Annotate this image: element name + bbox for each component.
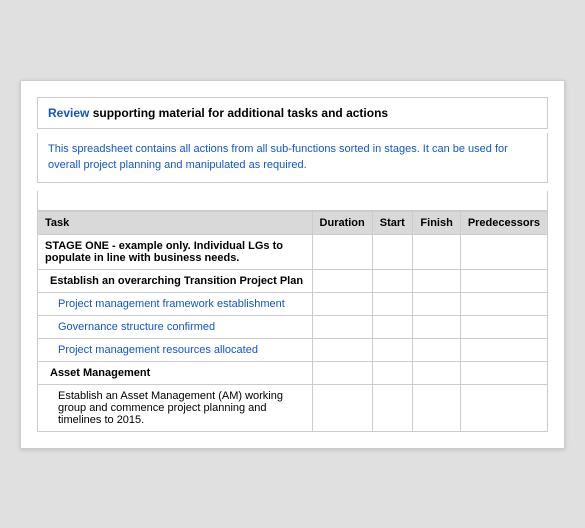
- page-container: Review supporting material for additiona…: [20, 80, 565, 449]
- stage-start: [372, 234, 413, 269]
- stage-finish: [413, 234, 460, 269]
- section-2-header-label: Asset Management: [38, 361, 313, 384]
- sub-item-3-label: Project management resources allocated: [38, 338, 313, 361]
- col-header-start: Start: [372, 211, 413, 234]
- main-table: Task Duration Start Finish Predecessors …: [37, 211, 548, 432]
- section-1-header-row: Establish an overarching Transition Proj…: [38, 269, 548, 292]
- stage-duration: [312, 234, 372, 269]
- info-text: This spreadsheet contains all actions fr…: [48, 141, 537, 174]
- table-row: Project management framework establishme…: [38, 292, 548, 315]
- sub-item-2-label: Governance structure confirmed: [38, 315, 313, 338]
- col-header-predecessors: Predecessors: [460, 211, 547, 234]
- col-header-finish: Finish: [413, 211, 460, 234]
- section-1-header-label: Establish an overarching Transition Proj…: [38, 269, 313, 292]
- info-section: This spreadsheet contains all actions fr…: [37, 133, 548, 183]
- header-title-suffix: supporting material for additional tasks…: [89, 106, 388, 120]
- sub-item-1-label: Project management framework establishme…: [38, 292, 313, 315]
- table-row: Project management resources allocated: [38, 338, 548, 361]
- column-header-row: Task Duration Start Finish Predecessors: [38, 211, 548, 234]
- header-section: Review supporting material for additiona…: [37, 97, 548, 129]
- col-header-task: Task: [38, 211, 313, 234]
- spacer-row: [37, 191, 548, 211]
- col-header-duration: Duration: [312, 211, 372, 234]
- stage-pred: [460, 234, 547, 269]
- table-row: Governance structure confirmed: [38, 315, 548, 338]
- section-2-header-row: Asset Management: [38, 361, 548, 384]
- header-highlight: Review: [48, 106, 89, 120]
- asset-sub-item-1-label: Establish an Asset Management (AM) worki…: [38, 384, 313, 431]
- table-row: Establish an Asset Management (AM) worki…: [38, 384, 548, 431]
- stage-label: STAGE ONE - example only. Individual LGs…: [38, 234, 313, 269]
- header-title: Review supporting material for additiona…: [48, 106, 537, 120]
- stage-row: STAGE ONE - example only. Individual LGs…: [38, 234, 548, 269]
